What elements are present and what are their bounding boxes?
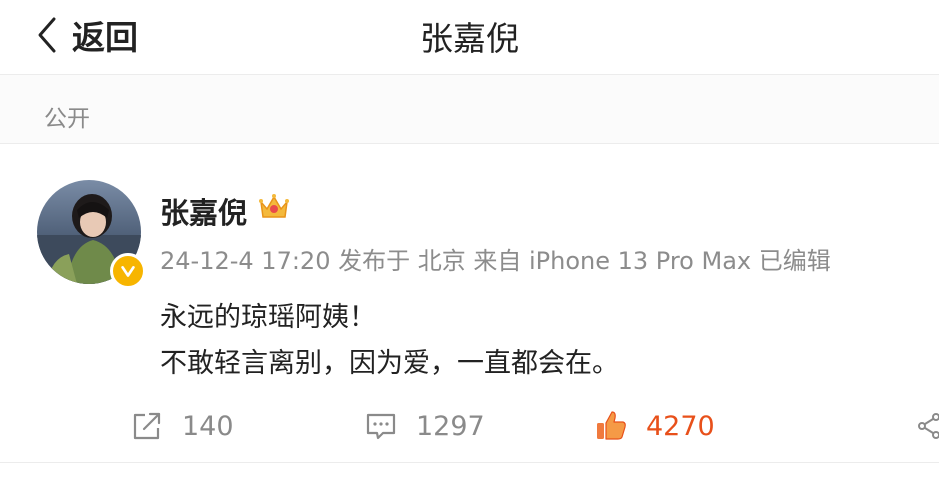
share-icon — [133, 412, 161, 440]
top-bar: 返回 张嘉倪 — [0, 0, 939, 75]
like-button[interactable]: 4270 — [594, 398, 715, 454]
post-meta: 24-12-4 17:20 发布于 北京 来自 iPhone 13 Pro Ma… — [160, 247, 831, 275]
post-content: 永远的琼瑶阿姨！ 不敢轻言离别，因为爱，一直都会在。 — [160, 295, 619, 387]
repost-count: 140 — [182, 410, 234, 442]
visibility-label: 公开 — [44, 106, 90, 132]
check-icon — [121, 266, 135, 277]
bottom-divider — [0, 462, 939, 463]
like-count: 4270 — [646, 410, 715, 442]
page-title: 张嘉倪 — [420, 19, 519, 58]
thumbs-up-icon — [597, 411, 626, 440]
action-bar: 140 1297 4270 — [0, 398, 939, 454]
more-share-button[interactable] — [918, 398, 939, 454]
visibility-section: 公开 — [0, 75, 939, 144]
post-author[interactable]: 张嘉倪 — [160, 190, 247, 232]
post-line: 永远的琼瑶阿姨！ — [160, 302, 376, 333]
verified-badge-icon — [110, 253, 146, 289]
share-more-icon — [918, 413, 939, 439]
comment-button[interactable]: 1297 — [364, 398, 485, 454]
crown-icon — [259, 194, 289, 218]
comment-count: 1297 — [416, 410, 485, 442]
repost-button[interactable]: 140 — [130, 398, 234, 454]
comment-icon — [366, 413, 396, 440]
post-line: 不敢轻言离别，因为爱，一直都会在。 — [160, 348, 619, 379]
